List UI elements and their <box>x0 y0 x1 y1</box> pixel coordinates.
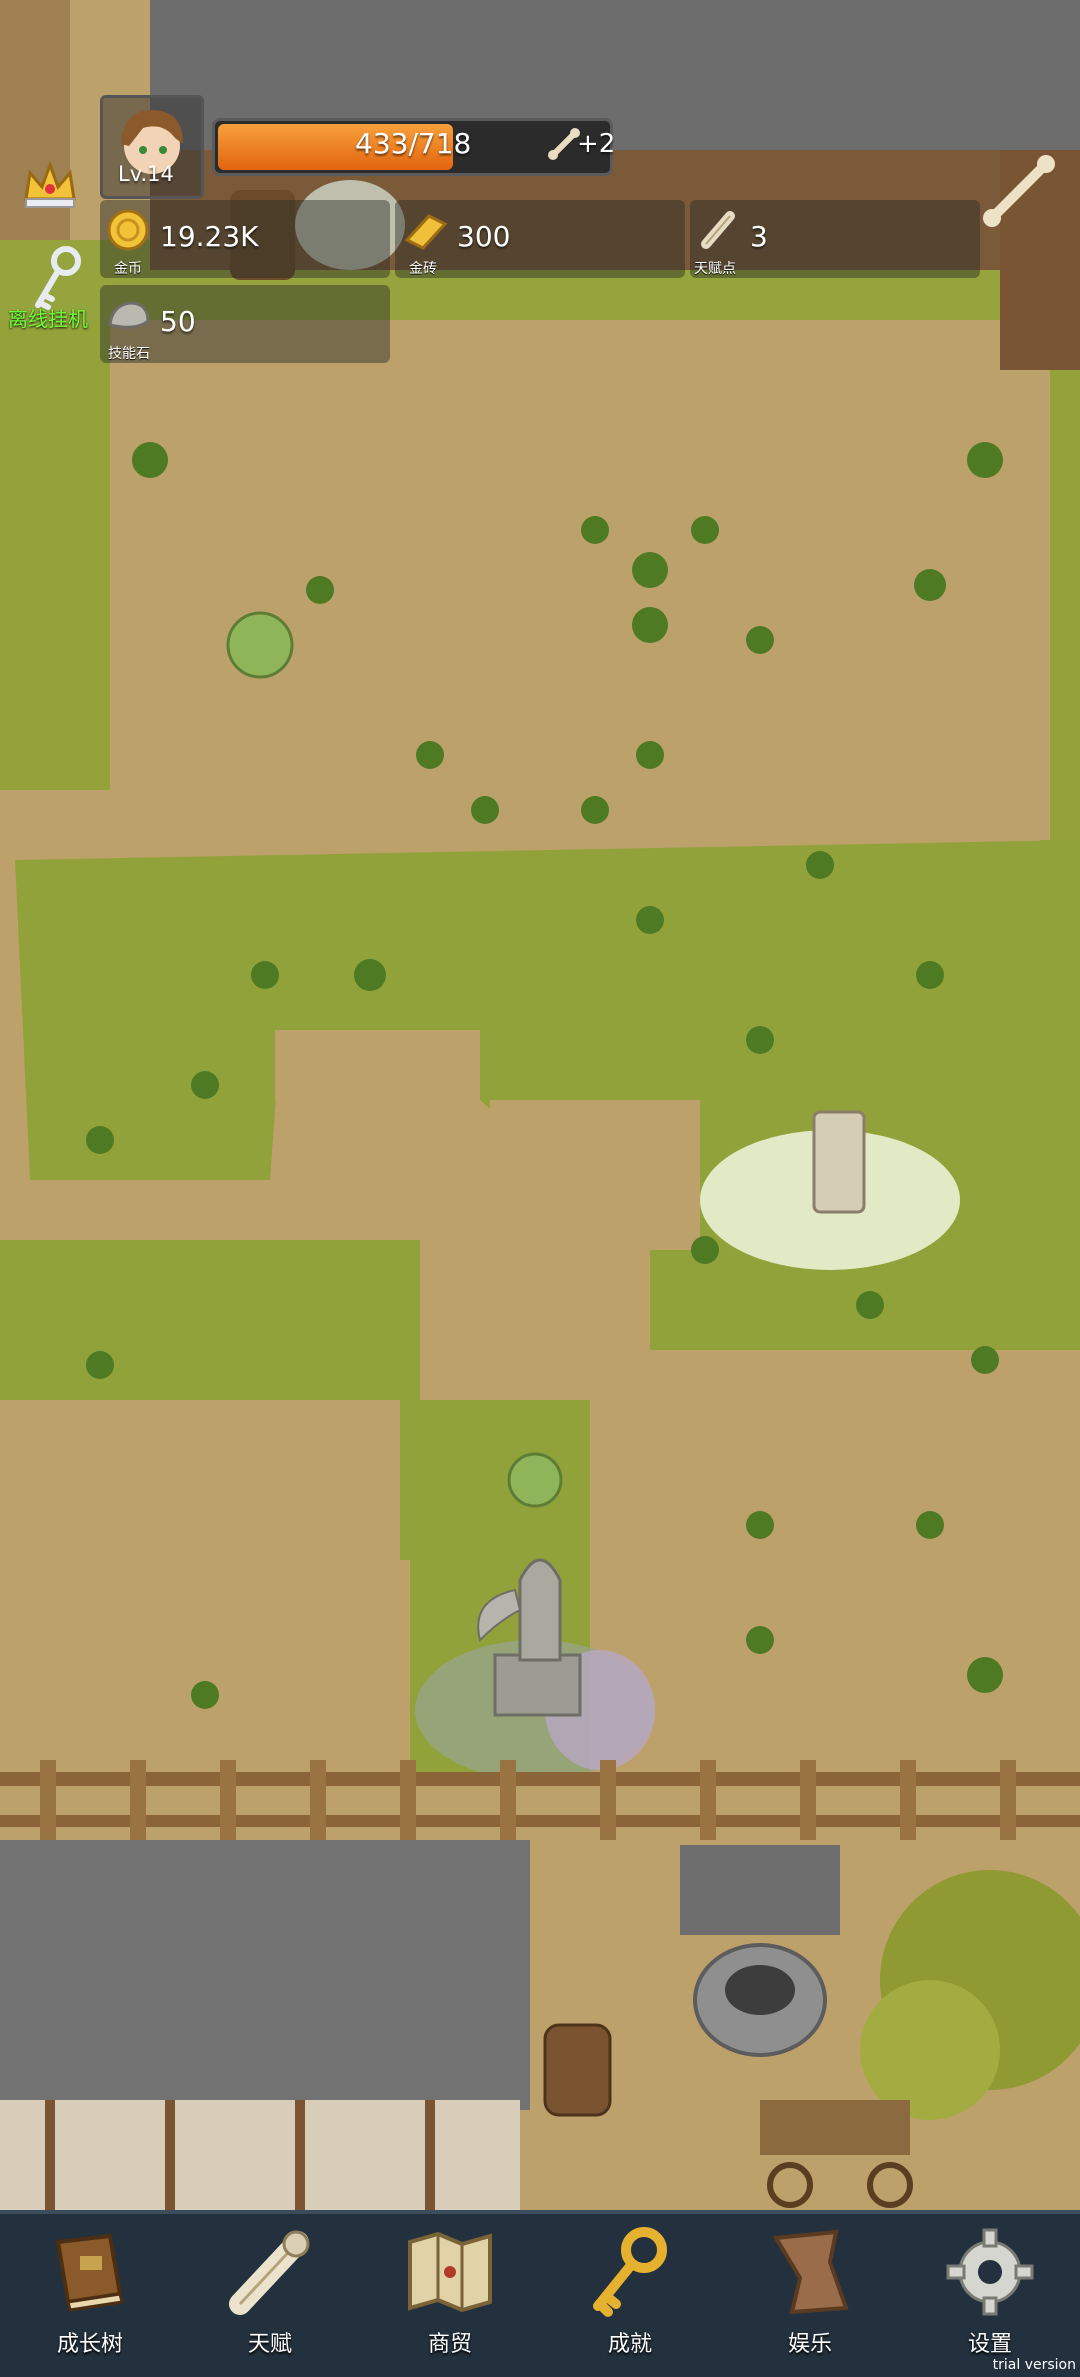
nav-label: 天赋 <box>247 2332 292 2357</box>
well-roof <box>680 1845 840 1935</box>
gold-panel[interactable]: 19.23K 金币 <box>100 200 390 278</box>
gold-brick-label: 金砖 <box>409 261 437 277</box>
skill-stone-icon <box>108 301 150 329</box>
nav-label: 设置 <box>967 2332 1012 2357</box>
key-icon <box>593 2227 667 2317</box>
map-icon <box>408 2231 492 2313</box>
nav-label: 成就 <box>607 2332 652 2357</box>
skill-stone-panel[interactable]: 50 技能石 <box>100 285 390 363</box>
skill-stone-value: 50 <box>160 305 196 338</box>
bottom-nav-bar: 成长树 天赋 商贸 成就 娱乐 设置 trial version <box>0 2210 1080 2377</box>
gold-brick-panel[interactable]: 300 金砖 <box>395 200 685 278</box>
book-icon <box>55 2233 124 2312</box>
idle-label: 离线挂机 <box>8 307 88 331</box>
xp-bar: 433/718 +2 <box>212 118 616 176</box>
bone-icon <box>547 127 581 165</box>
skill-stone-label: 技能石 <box>108 346 150 362</box>
idle-button[interactable]: 离线挂机 <box>8 245 108 335</box>
cart-icon <box>760 2100 910 2155</box>
gold-brick-value: 300 <box>457 220 511 253</box>
gear-icon <box>946 2228 1034 2316</box>
cabbage-icon <box>226 611 294 679</box>
xp-bonus: +2 <box>577 129 616 159</box>
talent-points-value: 3 <box>750 220 768 253</box>
nav-entertainment[interactable]: 娱乐 <box>720 2214 900 2377</box>
nav-settings[interactable]: 设置 <box>900 2214 1080 2377</box>
talent-points-label: 天赋点 <box>694 261 736 277</box>
nav-trade[interactable]: 商贸 <box>360 2214 540 2377</box>
nav-achievement[interactable]: 成就 <box>540 2214 720 2377</box>
banner-icon <box>772 2229 849 2315</box>
scroll-icon <box>229 2230 310 2315</box>
nav-talent[interactable]: 天赋 <box>180 2214 360 2377</box>
nav-label: 娱乐 <box>787 2332 832 2357</box>
nav-label: 成长树 <box>56 2332 123 2357</box>
trial-watermark: trial version <box>992 2357 1076 2373</box>
nav-label: 商贸 <box>427 2332 472 2357</box>
player-level: Lv.14 <box>118 162 174 186</box>
barrel-icon <box>543 2023 612 2117</box>
gold-label: 金币 <box>114 261 142 277</box>
gold-brick-icon <box>404 214 448 250</box>
crown-icon[interactable] <box>20 155 80 215</box>
bone-trophy-icon[interactable] <box>980 150 1060 230</box>
talent-points-panel[interactable]: 3 天赋点 <box>690 200 980 278</box>
gold-coin-icon <box>107 209 149 251</box>
talent-scroll-icon <box>701 211 735 249</box>
tombstone-icon <box>812 1110 866 1214</box>
gold-value: 19.23K <box>160 220 259 253</box>
nav-growth-tree[interactable]: 成长树 <box>0 2214 180 2377</box>
xp-text: 433/718 <box>355 127 472 160</box>
house-roof <box>0 1840 530 2110</box>
